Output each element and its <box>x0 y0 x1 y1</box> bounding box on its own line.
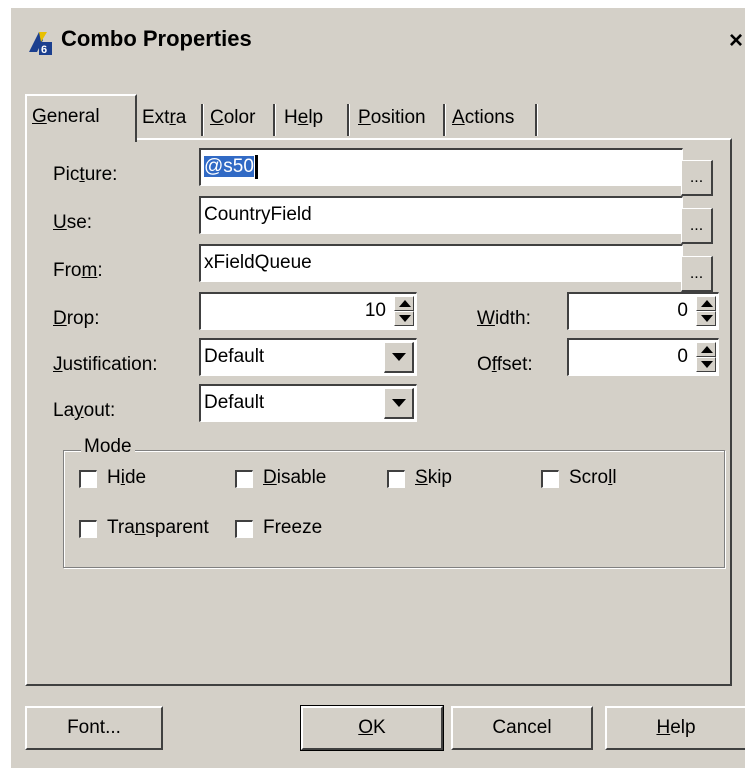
justification-dropdown-button[interactable] <box>384 342 414 373</box>
tab-help[interactable]: Help <box>279 100 345 138</box>
arrow-up-icon <box>701 300 713 307</box>
mode-group <box>63 450 725 568</box>
mode-group-title: Mode <box>81 436 135 458</box>
chevron-down-icon <box>392 353 406 361</box>
offset-spin-up-button[interactable] <box>696 342 716 357</box>
arrow-down-icon <box>701 315 713 322</box>
layout-select[interactable]: Default <box>199 384 417 422</box>
tab-divider <box>535 104 538 136</box>
text-caret <box>254 154 258 179</box>
layout-dropdown-button[interactable] <box>384 388 414 419</box>
arrow-down-icon <box>399 315 411 322</box>
offset-label: Offset: <box>477 354 533 375</box>
drop-label: Drop: <box>53 308 100 329</box>
app-icon: 6 <box>29 32 52 56</box>
picture-input[interactable]: @s50 <box>199 148 683 186</box>
offset-spinner[interactable]: 0 <box>567 338 719 376</box>
offset-spin-buttons <box>696 342 716 372</box>
picture-label: Picture: <box>53 164 118 185</box>
use-input[interactable]: CountryField <box>199 196 683 234</box>
checkbox-box[interactable] <box>235 520 253 538</box>
offset-spin-down-button[interactable] <box>696 357 716 372</box>
tab-actions[interactable]: Actions <box>447 100 535 138</box>
checkbox-box[interactable] <box>541 470 559 488</box>
title-bar[interactable]: 6 Combo Properties × <box>11 8 745 72</box>
drop-spin-down-button[interactable] <box>394 311 414 326</box>
checkbox-box[interactable] <box>387 470 405 488</box>
cancel-button[interactable]: Cancel <box>451 706 593 750</box>
font-button[interactable]: Font... <box>25 706 163 750</box>
width-spin-buttons <box>696 296 716 326</box>
chevron-down-icon <box>392 399 406 407</box>
tab-divider <box>201 104 204 136</box>
tab-extra[interactable]: Extra <box>137 100 203 138</box>
drop-spin-up-button[interactable] <box>394 296 414 311</box>
tab-position[interactable]: Position <box>353 100 445 138</box>
drop-spinner[interactable]: 10 <box>199 292 417 330</box>
help-button[interactable]: Help <box>605 706 745 750</box>
justification-label: Justification: <box>53 354 158 375</box>
tab-divider <box>443 104 446 136</box>
arrow-up-icon <box>701 346 713 353</box>
window-title: Combo Properties <box>61 26 252 51</box>
from-browse-button[interactable]: ... <box>681 256 713 292</box>
tab-color[interactable]: Color <box>205 100 271 138</box>
use-browse-button[interactable]: ... <box>681 208 713 244</box>
from-label: From: <box>53 260 103 281</box>
width-spin-up-button[interactable] <box>696 296 716 311</box>
checkbox-box[interactable] <box>79 520 97 538</box>
layout-label: Layout: <box>53 400 116 421</box>
ok-button[interactable]: OK <box>300 705 444 751</box>
arrow-down-icon <box>701 361 713 368</box>
width-label: Width: <box>477 308 531 329</box>
checkbox-box[interactable] <box>79 470 97 488</box>
picture-browse-button[interactable]: ... <box>681 160 713 196</box>
tab-general[interactable]: General <box>25 94 137 142</box>
arrow-up-icon <box>399 300 411 307</box>
svg-text:6: 6 <box>41 44 47 56</box>
close-button[interactable]: × <box>726 28 745 54</box>
from-input[interactable]: xFieldQueue <box>199 244 683 282</box>
combo-properties-dialog: 6 Combo Properties × General Extra Color… <box>10 8 745 768</box>
width-spin-down-button[interactable] <box>696 311 716 326</box>
width-spinner[interactable]: 0 <box>567 292 719 330</box>
drop-spin-buttons <box>394 296 414 326</box>
justification-select[interactable]: Default <box>199 338 417 376</box>
tab-divider <box>273 104 276 136</box>
use-label: Use: <box>53 212 93 233</box>
tab-divider <box>347 104 350 136</box>
checkbox-box[interactable] <box>235 470 253 488</box>
